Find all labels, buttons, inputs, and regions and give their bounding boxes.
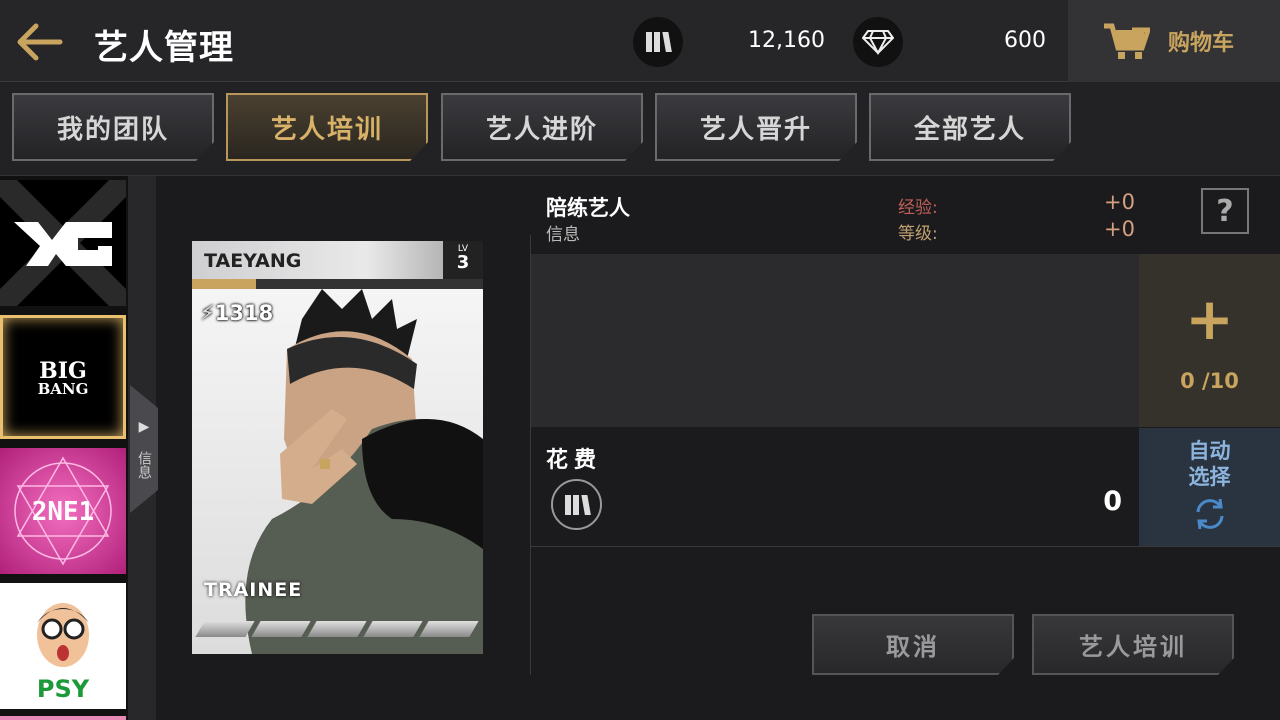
cost-value: 0 bbox=[1103, 486, 1122, 517]
exp-label: 经验: bbox=[898, 198, 938, 218]
cost-divider bbox=[531, 546, 1280, 547]
album-coin-icon bbox=[551, 479, 602, 530]
cancel-button[interactable]: 取消 bbox=[812, 614, 1014, 675]
chevron-right-icon: ▶ bbox=[138, 419, 150, 435]
tab-advance[interactable]: 艺人进阶 bbox=[441, 93, 643, 161]
star-slot bbox=[195, 621, 255, 637]
cart-label: 购物车 bbox=[1168, 31, 1235, 56]
slot-count: 0 /10 bbox=[1180, 368, 1239, 393]
exp-value: +0 bbox=[1104, 190, 1135, 214]
auto-label-line1: 自动 bbox=[1188, 439, 1231, 463]
refresh-icon bbox=[1196, 498, 1223, 530]
tab-training[interactable]: 艺人培训 bbox=[226, 93, 428, 161]
star-slot bbox=[251, 621, 311, 637]
group-sidebar: BIG BANG 2NE1 PSY bbox=[0, 176, 128, 720]
top-bar: 艺人管理 12,160 600 购物车 bbox=[0, 0, 1280, 82]
star-slot bbox=[307, 621, 367, 637]
partner-info-label: 信息 bbox=[546, 225, 580, 245]
power-display: ⚡1318 bbox=[200, 301, 273, 325]
back-arrow-icon[interactable] bbox=[14, 20, 66, 64]
add-partner-button[interactable]: + 0 /10 bbox=[1139, 254, 1280, 427]
level-gain-value: +0 bbox=[1104, 217, 1135, 241]
group-next[interactable] bbox=[0, 716, 126, 720]
level-badge: LV 3 bbox=[443, 241, 483, 279]
auto-select-button[interactable]: 自动 选择 bbox=[1139, 428, 1280, 546]
star-slot bbox=[419, 621, 479, 637]
tab-bar: 我的团队 艺人培训 艺人进阶 艺人晋升 全部艺人 bbox=[0, 82, 1280, 176]
svg-text:PSY: PSY bbox=[37, 675, 90, 703]
star-slot bbox=[363, 621, 423, 637]
level-gain-label: 等级: bbox=[898, 224, 938, 244]
partner-slots-area[interactable] bbox=[531, 254, 1139, 427]
svg-text:2NE1: 2NE1 bbox=[32, 497, 95, 527]
coin-balance: 12,160 bbox=[748, 28, 825, 53]
group-2ne1[interactable]: 2NE1 bbox=[0, 448, 126, 574]
help-button[interactable]: ? bbox=[1201, 188, 1249, 234]
yg-logo-icon bbox=[0, 180, 126, 306]
info-tab-label: 信息 bbox=[136, 451, 152, 479]
group-psy[interactable]: PSY bbox=[0, 583, 126, 709]
tab-my-team[interactable]: 我的团队 bbox=[12, 93, 214, 161]
bigbang-logo-icon: BIG BANG bbox=[38, 358, 89, 398]
partner-label: 陪练艺人 bbox=[546, 196, 630, 220]
star-rating bbox=[195, 621, 479, 637]
xp-bar bbox=[192, 279, 483, 289]
rank-label: TRAINEE bbox=[204, 579, 303, 601]
artist-name: TAEYANG bbox=[204, 250, 302, 272]
group-yg[interactable] bbox=[0, 180, 126, 306]
svg-text:BANG: BANG bbox=[38, 380, 89, 398]
card-header: TAEYANG LV 3 bbox=[192, 241, 483, 279]
album-coin-icon bbox=[633, 17, 683, 67]
diamond-balance: 600 bbox=[1004, 28, 1046, 53]
xp-fill bbox=[192, 279, 257, 289]
page-title: 艺人管理 bbox=[94, 28, 234, 68]
cart-icon bbox=[1104, 23, 1150, 59]
diamond-icon bbox=[853, 17, 903, 67]
cost-label: 花费 bbox=[546, 448, 603, 473]
2ne1-logo-icon: 2NE1 bbox=[14, 456, 112, 566]
train-button[interactable]: 艺人培训 bbox=[1032, 614, 1234, 675]
auto-label-line2: 选择 bbox=[1188, 465, 1231, 489]
power-value: 1318 bbox=[214, 301, 274, 325]
psy-logo-icon: PSY bbox=[37, 603, 90, 703]
cart-button[interactable]: 购物车 bbox=[1068, 0, 1280, 82]
tab-promotion[interactable]: 艺人晋升 bbox=[655, 93, 857, 161]
plus-icon: + bbox=[1185, 284, 1234, 353]
tab-all-artists[interactable]: 全部艺人 bbox=[869, 93, 1071, 161]
lightning-icon: ⚡ bbox=[200, 301, 215, 325]
artist-card[interactable]: TAEYANG LV 3 ⚡1318 TRAINEE bbox=[192, 241, 483, 654]
level-value: 3 bbox=[456, 252, 470, 273]
group-bigbang[interactable]: BIG BANG bbox=[0, 315, 126, 439]
